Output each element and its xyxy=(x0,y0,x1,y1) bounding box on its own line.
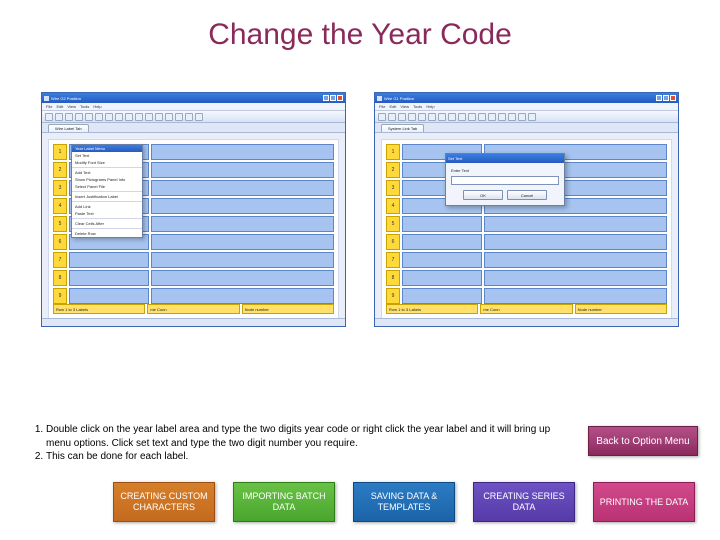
screenshot-right: Wire G1 Position File Edit View Tools He… xyxy=(374,92,679,327)
nav-saving-data-templates[interactable]: SAVING DATA & TEMPLATES xyxy=(353,482,455,522)
window-title-text: Wire G2 Position xyxy=(51,96,81,101)
close-icon xyxy=(337,95,343,101)
set-text-dialog: Set Text Enter Text OK Cancel xyxy=(445,153,565,206)
status-bar xyxy=(375,318,678,326)
row-year-cell: 1 xyxy=(53,144,67,160)
window-title-text: Wire G1 Position xyxy=(384,96,414,101)
nav-creating-series-data[interactable]: CREATING SERIES DATA xyxy=(473,482,575,522)
dialog-label: Enter Text xyxy=(451,168,559,173)
toolbar xyxy=(375,111,678,123)
dialog-titlebar: Set Text xyxy=(446,154,564,163)
status-bar xyxy=(42,318,345,326)
context-menu-header: Year Label Menu xyxy=(72,145,142,152)
document-tab-strip: Wire Label Tab xyxy=(42,123,345,133)
maximize-icon xyxy=(330,95,336,101)
app-icon xyxy=(377,96,382,101)
minimize-icon xyxy=(323,95,329,101)
close-icon xyxy=(670,95,676,101)
window-titlebar: Wire G1 Position xyxy=(375,93,678,103)
screenshot-left: Wire G2 Position File Edit View Tools He… xyxy=(41,92,346,327)
menu-bar: File Edit View Tools Help xyxy=(42,103,345,111)
window-titlebar: Wire G2 Position xyxy=(42,93,345,103)
toolbar xyxy=(42,111,345,123)
minimize-icon xyxy=(656,95,662,101)
nav-importing-batch-data[interactable]: IMPORTING BATCH DATA xyxy=(233,482,335,522)
instruction-1: Double click on the year label area and … xyxy=(46,423,568,450)
close-icon xyxy=(556,156,562,162)
document-tab-strip: System Link Tab xyxy=(375,123,678,133)
bottom-nav: CREATING CUSTOM CHARACTERS IMPORTING BAT… xyxy=(113,482,695,522)
nav-printing-the-data[interactable]: PRINTING THE DATA xyxy=(593,482,695,522)
window-buttons xyxy=(323,95,343,101)
cancel-button: Cancel xyxy=(507,190,547,200)
document-tab: Wire Label Tab xyxy=(48,124,89,132)
page-title: Change the Year Code xyxy=(0,0,720,62)
ok-button: OK xyxy=(463,190,503,200)
maximize-icon xyxy=(663,95,669,101)
back-to-option-menu-button[interactable]: Back to Option Menu xyxy=(588,426,698,456)
app-icon xyxy=(44,96,49,101)
grid-footer: Row 1 to 3 Labels me Conn Node number xyxy=(386,304,667,314)
nav-creating-custom-characters[interactable]: CREATING CUSTOM CHARACTERS xyxy=(113,482,215,522)
dialog-title-text: Set Text xyxy=(448,156,462,161)
instruction-2: This can be done for each label. xyxy=(46,450,568,464)
screenshot-pair: Wire G2 Position File Edit View Tools He… xyxy=(0,62,720,337)
grid-footer: Row 1 to 3 Labels me Conn Node number xyxy=(53,304,334,314)
dialog-input xyxy=(451,176,559,185)
document-tab: System Link Tab xyxy=(381,124,424,132)
context-menu: Year Label Menu Set Text Modify Font Siz… xyxy=(71,144,143,238)
menu-item-set-text: Set Text xyxy=(72,152,142,159)
menu-bar: File Edit View Tools Help xyxy=(375,103,678,111)
instructions-block: Double click on the year label area and … xyxy=(28,423,568,464)
